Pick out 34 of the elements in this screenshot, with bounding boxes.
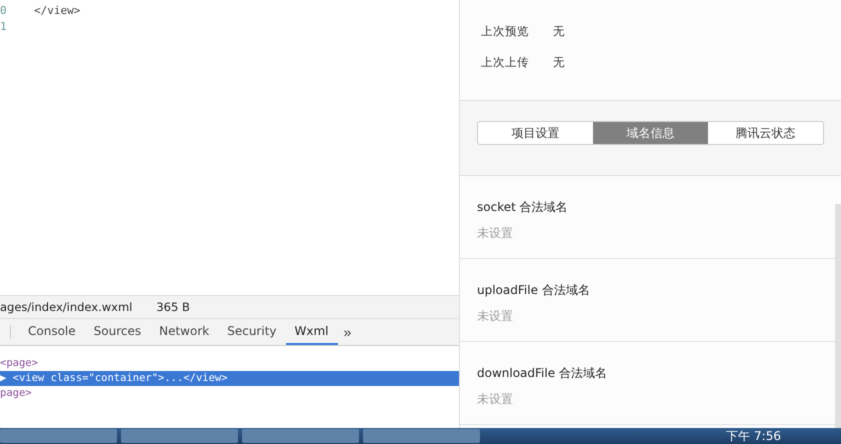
domain-value: 未设置	[477, 225, 514, 242]
line-number: 0	[0, 4, 8, 16]
segment-tab[interactable]: 域名信息	[593, 122, 708, 144]
domain-label: downloadFile 合法域名	[477, 365, 608, 382]
domain-value: 未设置	[477, 308, 514, 325]
tree-node[interactable]: ▶ <view class="container">...</view>	[0, 371, 459, 386]
domain-label: uploadFile 合法域名	[477, 282, 591, 299]
code-line: </view>	[34, 4, 80, 16]
devtools-tab[interactable]: Sources	[84, 319, 150, 345]
taskbar-button[interactable]	[242, 429, 359, 443]
scrollbar[interactable]	[835, 204, 841, 428]
taskbar-button[interactable]	[121, 429, 238, 443]
devtools-tab[interactable]: Security	[218, 319, 286, 345]
devtools-tab[interactable]: Network	[150, 319, 218, 345]
info-value: 无	[553, 55, 565, 70]
tree-node[interactable]: <page>	[0, 356, 459, 371]
taskbar-button[interactable]	[363, 429, 480, 443]
segment-tab[interactable]: 腾讯云状态	[708, 122, 823, 144]
file-size: 365 B	[156, 300, 190, 314]
clock: 下午 7:56	[726, 428, 781, 444]
line-number: 1	[0, 20, 8, 32]
domain-value: 未设置	[477, 391, 514, 408]
devtools-tab[interactable]: Wxml	[286, 319, 338, 345]
code-editor[interactable]: 0 </view> 1	[0, 0, 459, 295]
segment-tab[interactable]: 项目设置	[478, 122, 593, 144]
taskbar-button[interactable]	[0, 429, 117, 443]
file-path: ages/index/index.wxml	[0, 300, 132, 314]
info-value: 无	[553, 24, 565, 39]
info-label: 上次上传	[481, 55, 530, 70]
tree-node[interactable]: page>	[0, 386, 459, 401]
more-tabs-button[interactable]: »	[338, 319, 358, 345]
domain-label: socket 合法域名	[477, 199, 569, 216]
devtools-tab[interactable]: Console	[19, 319, 85, 345]
info-label: 上次预览	[481, 24, 530, 39]
